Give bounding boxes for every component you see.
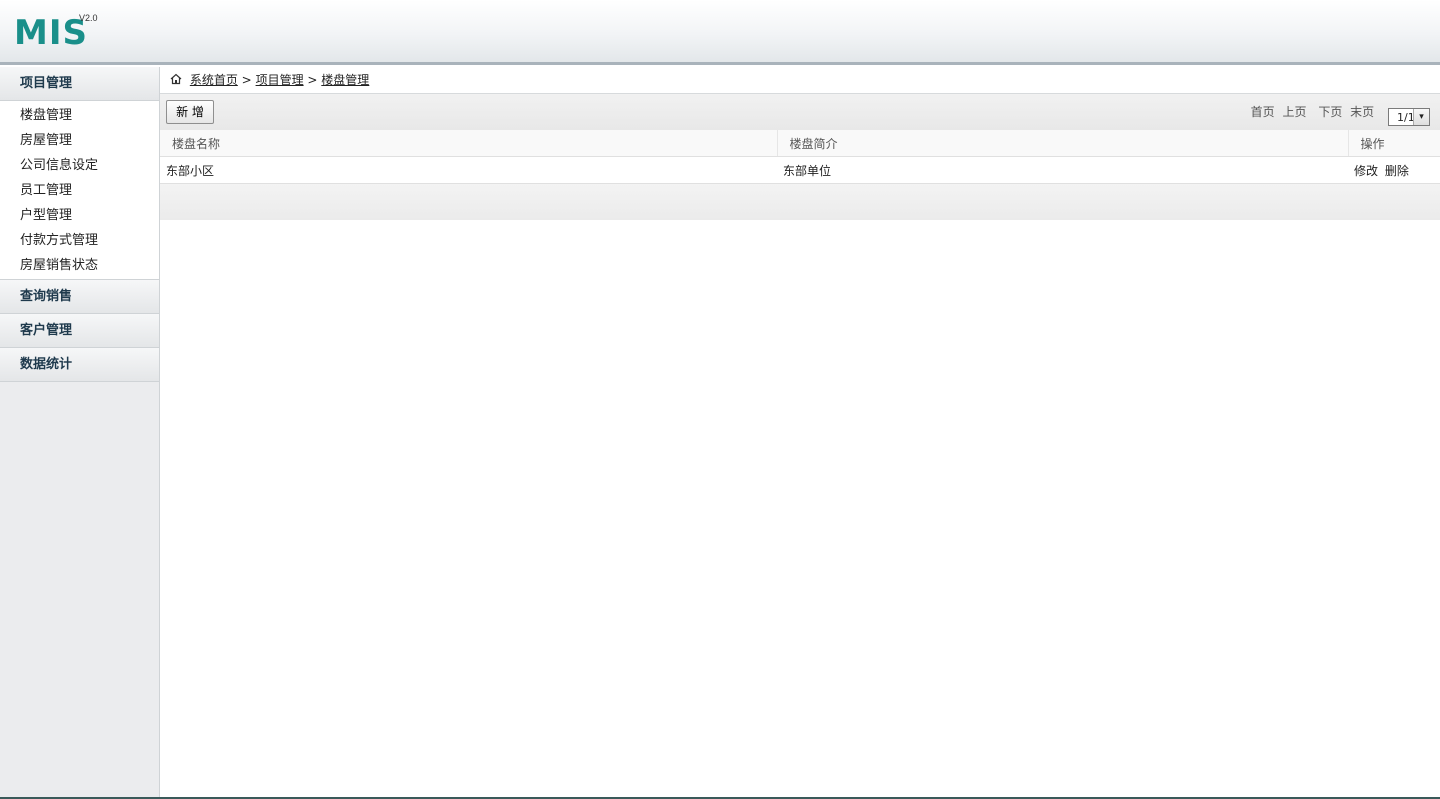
column-header-name: 楼盘名称 bbox=[160, 130, 778, 157]
table-row: 东部小区 东部单位 修改 删除 bbox=[160, 156, 1440, 184]
breadcrumb-project-link[interactable]: 项目管理 bbox=[256, 73, 304, 87]
sidebar-group-project[interactable]: 项目管理 bbox=[0, 67, 159, 101]
sidebar-group-customers[interactable]: 客户管理 bbox=[0, 314, 159, 348]
home-icon bbox=[170, 73, 182, 85]
edit-link[interactable]: 修改 bbox=[1354, 164, 1378, 178]
sidebar-item-staff[interactable]: 员工管理 bbox=[0, 178, 159, 203]
sidebar-submenu-project: 楼盘管理 房屋管理 公司信息设定 员工管理 户型管理 付款方式管理 房屋销售状态 bbox=[0, 101, 159, 280]
page-select[interactable]: 1/1 ▾ bbox=[1388, 108, 1430, 126]
sidebar-item-payment[interactable]: 付款方式管理 bbox=[0, 228, 159, 253]
toolbar: 新 增 首页 上页 下页 末页 1/1 ▾ bbox=[160, 94, 1440, 130]
building-table: 楼盘名称 楼盘简介 操作 东部小区 东部单位 修改 删除 bbox=[160, 130, 1440, 184]
breadcrumb-separator: > bbox=[307, 73, 318, 87]
pager-first[interactable]: 首页 bbox=[1251, 105, 1275, 119]
table-header-row: 楼盘名称 楼盘简介 操作 bbox=[160, 130, 1440, 157]
pager-last[interactable]: 末页 bbox=[1350, 105, 1374, 119]
main-content: 系统首页 > 项目管理 > 楼盘管理 新 增 首页 上页 下页 末页 1/1 ▾… bbox=[160, 67, 1440, 797]
cell-actions: 修改 删除 bbox=[1348, 156, 1440, 184]
sidebar-group-statistics[interactable]: 数据统计 bbox=[0, 348, 159, 382]
sidebar: 项目管理 楼盘管理 房屋管理 公司信息设定 员工管理 户型管理 付款方式管理 房… bbox=[0, 67, 160, 797]
add-button[interactable]: 新 增 bbox=[166, 100, 214, 124]
sidebar-item-house[interactable]: 房屋管理 bbox=[0, 128, 159, 153]
cell-building-name: 东部小区 bbox=[160, 156, 777, 184]
pager: 首页 上页 下页 末页 1/1 ▾ bbox=[1247, 102, 1430, 126]
breadcrumb-building-link[interactable]: 楼盘管理 bbox=[321, 73, 369, 87]
column-header-actions: 操作 bbox=[1348, 130, 1440, 157]
delete-link[interactable]: 删除 bbox=[1385, 164, 1409, 178]
sidebar-item-sales-status[interactable]: 房屋销售状态 bbox=[0, 253, 159, 278]
sidebar-item-company-info[interactable]: 公司信息设定 bbox=[0, 153, 159, 178]
breadcrumb-separator: > bbox=[241, 73, 252, 87]
breadcrumb: 系统首页 > 项目管理 > 楼盘管理 bbox=[160, 67, 1440, 94]
app-logo: MIS bbox=[14, 13, 88, 53]
column-header-intro: 楼盘简介 bbox=[777, 130, 1349, 157]
sidebar-item-floorplan[interactable]: 户型管理 bbox=[0, 203, 159, 228]
pager-next[interactable]: 下页 bbox=[1318, 105, 1342, 119]
table-footer bbox=[160, 184, 1440, 220]
cell-building-intro: 东部单位 bbox=[777, 156, 1348, 184]
app-header: MIS V2.0 bbox=[0, 0, 1440, 65]
sidebar-item-building[interactable]: 楼盘管理 bbox=[0, 103, 159, 128]
breadcrumb-home-link[interactable]: 系统首页 bbox=[190, 73, 238, 87]
sidebar-group-sales-query[interactable]: 查询销售 bbox=[0, 280, 159, 314]
chevron-down-icon: ▾ bbox=[1413, 109, 1429, 125]
app-version: V2.0 bbox=[79, 13, 98, 23]
pager-prev[interactable]: 上页 bbox=[1282, 105, 1306, 119]
